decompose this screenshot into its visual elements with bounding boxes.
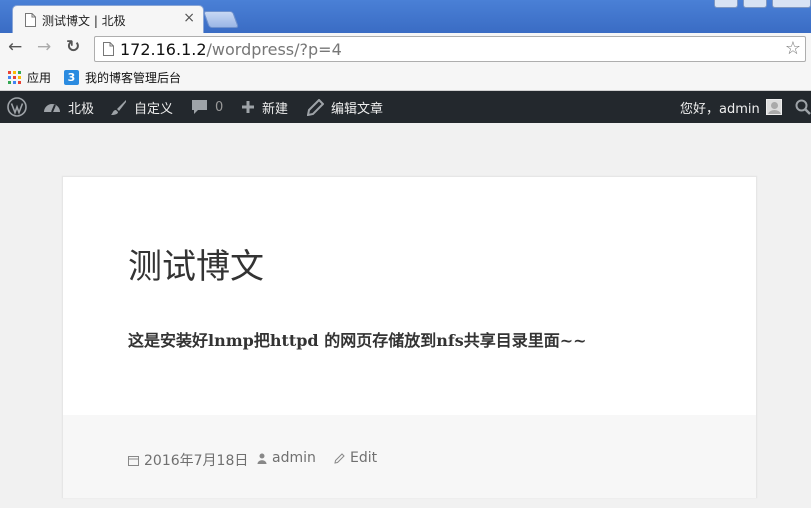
bookmark-blog-admin-label: 我的博客管理后台 [85,71,182,85]
forward-button[interactable]: → [37,37,51,57]
url-host: 172.16.1.2 [120,40,207,59]
dashboard-gauge-icon [44,104,60,113]
post-content: 这是安装好lnmp把httpd 的网页存储放到nfs共享目录里面~~ [128,331,587,350]
greeting-label: 您好，admin [680,101,760,117]
apps-grid-icon [8,71,21,84]
admin-bar-new[interactable]: 新建 [241,91,288,123]
post-date: 2016年7月18日 [144,453,249,469]
wp-logo-button[interactable] [7,91,34,123]
post-author: admin [272,450,316,466]
page-icon [25,13,36,27]
url-text: 172.16.1.2/wordpress/?p=4 [120,40,342,59]
maximize-button[interactable] [743,0,767,8]
minimize-button[interactable] [714,0,738,8]
post-article: 测试博文 这是安装好lnmp把httpd 的网页存储放到nfs共享目录里面~~ … [62,176,757,498]
bookmarks-bar: 应用 3 我的博客管理后台 [0,65,811,91]
post-date-link[interactable]: 2016年7月18日 [128,450,248,470]
admin-bar-my-account[interactable]: 您好，admin [680,91,782,123]
site-name-label: 北极 [68,101,95,117]
url-path: /wordpress/?p=4 [206,40,342,59]
comment-bubble-icon [192,100,207,114]
customize-label: 自定义 [134,101,174,117]
search-icon [795,99,811,115]
address-bar[interactable]: 172.16.1.2/wordpress/?p=4 ☆ [94,36,806,62]
post-edit-label: Edit [350,450,378,466]
edit-post-label: 编辑文章 [331,101,384,117]
tab-title: 测试博文 | 北极 [42,14,126,28]
new-label: 新建 [262,101,289,117]
admin-bar-site-name[interactable]: 北极 [43,91,94,123]
admin-bar-customize[interactable]: 自定义 [110,91,173,123]
page-icon [103,42,114,56]
wordpress-logo-icon [7,97,27,117]
close-window-button[interactable] [772,0,811,8]
comments-count: 0 [215,99,224,115]
blog-admin-icon: 3 [64,70,79,85]
post-author-link[interactable]: admin [257,450,316,466]
bookmark-apps[interactable]: 应用 [8,69,51,86]
bookmark-star-icon[interactable]: ☆ [785,38,801,59]
pencil-icon [334,452,345,464]
pencil-icon [307,98,324,116]
admin-bar-comments[interactable]: 0 [191,91,223,123]
paintbrush-icon [111,99,126,115]
avatar [765,99,782,115]
browser-toolbar: ← → ↻ 172.16.1.2/wordpress/?p=4 ☆ [0,33,811,65]
bookmark-blog-admin[interactable]: 3 我的博客管理后台 [64,69,181,86]
admin-bar-search[interactable] [795,91,811,123]
new-tab-button[interactable] [202,11,240,28]
calendar-icon [128,455,139,466]
plus-icon [242,101,254,113]
post-title: 测试博文 [128,247,264,287]
bookmark-apps-label: 应用 [27,71,52,85]
back-button[interactable]: ← [8,37,22,57]
wp-admin-bar: 北极 自定义 0 新建 编辑文章 您好，admin [0,91,811,123]
user-icon [257,453,267,464]
browser-tab[interactable]: 测试博文 | 北极 × [12,5,204,34]
post-footer: 2016年7月18日 admin Edit [63,415,756,498]
browser-tab-strip: 测试博文 | 北极 × [0,0,811,34]
admin-bar-edit-post[interactable]: 编辑文章 [307,91,383,123]
post-edit-link[interactable]: Edit [334,450,377,466]
reload-button[interactable]: ↻ [66,37,80,57]
tab-close-button[interactable]: × [183,10,195,26]
